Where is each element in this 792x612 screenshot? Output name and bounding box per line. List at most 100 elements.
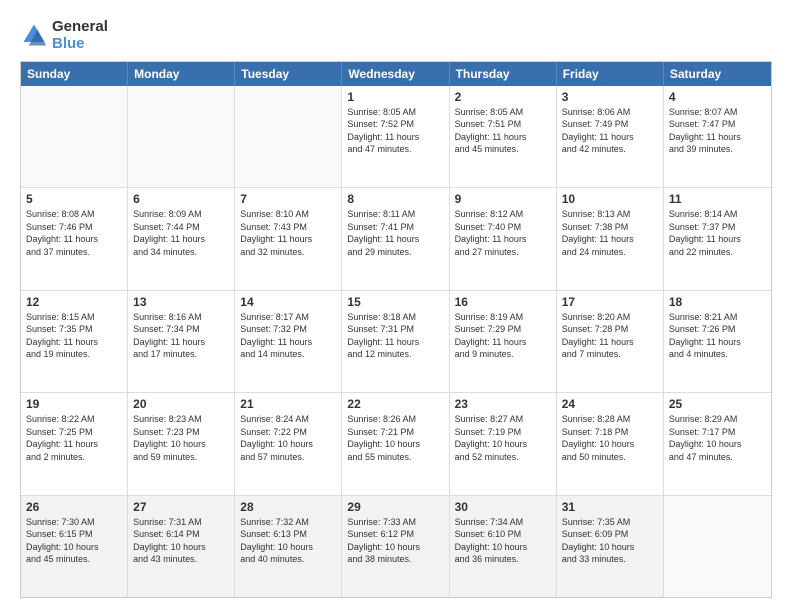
calendar: SundayMondayTuesdayWednesdayThursdayFrid…	[20, 61, 772, 599]
day-number: 6	[133, 192, 229, 206]
calendar-cell: 12Sunrise: 8:15 AMSunset: 7:35 PMDayligh…	[21, 291, 128, 393]
cell-info-line: and 29 minutes.	[347, 246, 443, 259]
calendar-cell: 28Sunrise: 7:32 AMSunset: 6:13 PMDayligh…	[235, 496, 342, 598]
cell-info-line: and 33 minutes.	[562, 553, 658, 566]
day-number: 17	[562, 295, 658, 309]
day-number: 5	[26, 192, 122, 206]
calendar-header: SundayMondayTuesdayWednesdayThursdayFrid…	[21, 62, 771, 86]
calendar-cell: 15Sunrise: 8:18 AMSunset: 7:31 PMDayligh…	[342, 291, 449, 393]
day-number: 22	[347, 397, 443, 411]
cell-info-line: Daylight: 11 hours	[669, 336, 766, 349]
calendar-body: 1Sunrise: 8:05 AMSunset: 7:52 PMDaylight…	[21, 86, 771, 598]
cell-info-line: Sunset: 6:15 PM	[26, 528, 122, 541]
cell-info-line: Daylight: 11 hours	[347, 336, 443, 349]
cell-info-line: and 50 minutes.	[562, 451, 658, 464]
cell-info-line: Sunrise: 8:14 AM	[669, 208, 766, 221]
cell-info-line: Sunset: 7:51 PM	[455, 118, 551, 131]
day-number: 4	[669, 90, 766, 104]
calendar-cell: 23Sunrise: 8:27 AMSunset: 7:19 PMDayligh…	[450, 393, 557, 495]
cell-info-line: and 34 minutes.	[133, 246, 229, 259]
header-day-friday: Friday	[557, 62, 664, 86]
day-number: 1	[347, 90, 443, 104]
cell-info-line: Sunrise: 8:13 AM	[562, 208, 658, 221]
calendar-cell: 8Sunrise: 8:11 AMSunset: 7:41 PMDaylight…	[342, 188, 449, 290]
day-number: 26	[26, 500, 122, 514]
day-number: 31	[562, 500, 658, 514]
cell-info-line: and 57 minutes.	[240, 451, 336, 464]
cell-info-line: and 17 minutes.	[133, 348, 229, 361]
calendar-cell: 25Sunrise: 8:29 AMSunset: 7:17 PMDayligh…	[664, 393, 771, 495]
cell-info-line: Sunrise: 8:21 AM	[669, 311, 766, 324]
cell-info-line: Sunset: 6:14 PM	[133, 528, 229, 541]
header-day-monday: Monday	[128, 62, 235, 86]
cell-info-line: Sunrise: 8:16 AM	[133, 311, 229, 324]
cell-info-line: Sunset: 7:26 PM	[669, 323, 766, 336]
header: General Blue	[20, 18, 772, 53]
calendar-cell: 13Sunrise: 8:16 AMSunset: 7:34 PMDayligh…	[128, 291, 235, 393]
cell-info-line: Sunrise: 7:31 AM	[133, 516, 229, 529]
cell-info-line: Sunrise: 8:10 AM	[240, 208, 336, 221]
day-number: 27	[133, 500, 229, 514]
cell-info-line: and 7 minutes.	[562, 348, 658, 361]
cell-info-line: and 12 minutes.	[347, 348, 443, 361]
cell-info-line: Sunset: 6:09 PM	[562, 528, 658, 541]
calendar-cell: 19Sunrise: 8:22 AMSunset: 7:25 PMDayligh…	[21, 393, 128, 495]
cell-info-line: Sunset: 7:31 PM	[347, 323, 443, 336]
calendar-row-5: 26Sunrise: 7:30 AMSunset: 6:15 PMDayligh…	[21, 496, 771, 598]
cell-info-line: Daylight: 10 hours	[26, 541, 122, 554]
cell-info-line: Sunset: 7:19 PM	[455, 426, 551, 439]
cell-info-line: Sunrise: 8:07 AM	[669, 106, 766, 119]
cell-info-line: Daylight: 11 hours	[26, 438, 122, 451]
calendar-cell: 30Sunrise: 7:34 AMSunset: 6:10 PMDayligh…	[450, 496, 557, 598]
cell-info-line: Daylight: 11 hours	[562, 336, 658, 349]
cell-info-line: Sunset: 7:34 PM	[133, 323, 229, 336]
cell-info-line: Sunrise: 8:20 AM	[562, 311, 658, 324]
cell-info-line: Daylight: 11 hours	[133, 233, 229, 246]
cell-info-line: Sunset: 7:28 PM	[562, 323, 658, 336]
cell-info-line: Sunset: 7:40 PM	[455, 221, 551, 234]
logo-icon	[20, 21, 48, 49]
calendar-cell: 9Sunrise: 8:12 AMSunset: 7:40 PMDaylight…	[450, 188, 557, 290]
cell-info-line: and 32 minutes.	[240, 246, 336, 259]
cell-info-line: Sunrise: 7:32 AM	[240, 516, 336, 529]
day-number: 24	[562, 397, 658, 411]
cell-info-line: and 55 minutes.	[347, 451, 443, 464]
cell-info-line: and 37 minutes.	[26, 246, 122, 259]
cell-info-line: Daylight: 11 hours	[347, 233, 443, 246]
day-number: 7	[240, 192, 336, 206]
cell-info-line: Daylight: 11 hours	[562, 131, 658, 144]
cell-info-line: and 39 minutes.	[669, 143, 766, 156]
cell-info-line: Daylight: 10 hours	[455, 541, 551, 554]
cell-info-line: Daylight: 10 hours	[133, 438, 229, 451]
cell-info-line: and 52 minutes.	[455, 451, 551, 464]
cell-info-line: Sunrise: 7:35 AM	[562, 516, 658, 529]
cell-info-line: Sunrise: 7:33 AM	[347, 516, 443, 529]
day-number: 15	[347, 295, 443, 309]
day-number: 16	[455, 295, 551, 309]
day-number: 8	[347, 192, 443, 206]
calendar-cell: 22Sunrise: 8:26 AMSunset: 7:21 PMDayligh…	[342, 393, 449, 495]
cell-info-line: and 40 minutes.	[240, 553, 336, 566]
calendar-cell: 11Sunrise: 8:14 AMSunset: 7:37 PMDayligh…	[664, 188, 771, 290]
cell-info-line: and 19 minutes.	[26, 348, 122, 361]
cell-info-line: Daylight: 11 hours	[347, 131, 443, 144]
header-day-tuesday: Tuesday	[235, 62, 342, 86]
cell-info-line: Daylight: 11 hours	[240, 336, 336, 349]
cell-info-line: and 9 minutes.	[455, 348, 551, 361]
day-number: 13	[133, 295, 229, 309]
calendar-row-3: 12Sunrise: 8:15 AMSunset: 7:35 PMDayligh…	[21, 291, 771, 394]
cell-info-line: Daylight: 10 hours	[562, 438, 658, 451]
cell-info-line: Daylight: 11 hours	[455, 336, 551, 349]
cell-info-line: and 59 minutes.	[133, 451, 229, 464]
calendar-row-1: 1Sunrise: 8:05 AMSunset: 7:52 PMDaylight…	[21, 86, 771, 189]
cell-info-line: and 36 minutes.	[455, 553, 551, 566]
day-number: 10	[562, 192, 658, 206]
cell-info-line: Daylight: 11 hours	[26, 233, 122, 246]
calendar-cell: 16Sunrise: 8:19 AMSunset: 7:29 PMDayligh…	[450, 291, 557, 393]
cell-info-line: Sunset: 7:52 PM	[347, 118, 443, 131]
cell-info-line: Sunset: 7:32 PM	[240, 323, 336, 336]
cell-info-line: and 47 minutes.	[669, 451, 766, 464]
day-number: 28	[240, 500, 336, 514]
cell-info-line: Sunset: 7:21 PM	[347, 426, 443, 439]
cell-info-line: Daylight: 11 hours	[240, 233, 336, 246]
